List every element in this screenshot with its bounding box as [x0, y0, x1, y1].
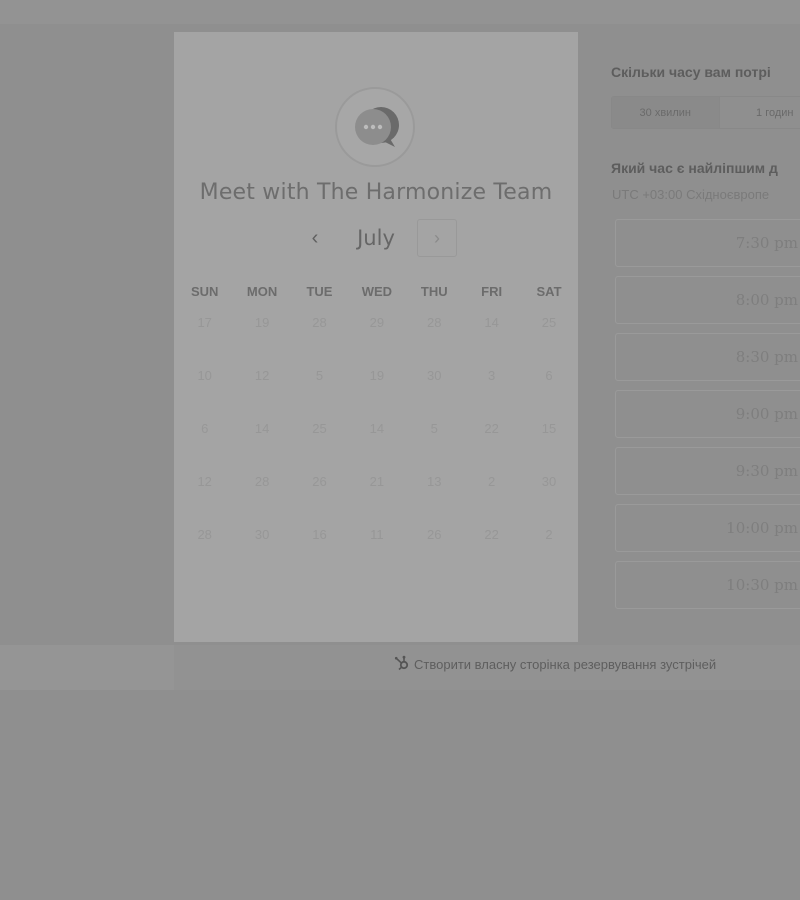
calendar-day: 16 — [312, 527, 327, 542]
calendar-day: 22 — [484, 421, 499, 436]
calendar-day: 25 — [312, 421, 327, 436]
calendar-week: 6 14 25 14 5 22 15 — [174, 405, 578, 458]
weekday-label: SUN — [190, 284, 219, 299]
calendar-day: 15 — [541, 421, 557, 436]
time-slot-button[interactable]: 9:30 pm — [615, 447, 800, 495]
weekday-label: SAT — [536, 284, 562, 299]
calendar-day: 30 — [427, 368, 442, 383]
calendar-day: 12 — [197, 474, 212, 489]
chevron-left-icon: ‹ — [311, 226, 319, 249]
timezone-label[interactable]: UTC +03:00 Східноєвропе — [612, 187, 769, 202]
footer: Створити власну сторінка резервування зу… — [174, 645, 800, 690]
calendar-day: 22 — [484, 527, 499, 542]
calendar-day: 29 — [369, 315, 385, 330]
weekday-label: WED — [361, 284, 393, 299]
month-navigation: ‹ July › — [174, 219, 578, 260]
chat-avatar-icon — [335, 87, 415, 167]
hubspot-sprocket-icon — [394, 655, 410, 674]
top-band — [0, 0, 800, 24]
month-label: July — [357, 226, 395, 250]
time-slot-button[interactable]: 10:30 pm — [615, 561, 800, 609]
calendar-day: 10 — [197, 368, 212, 383]
weekday-label: MON — [246, 284, 278, 299]
calendar-day: 28 — [197, 527, 212, 542]
calendar-day: 30 — [254, 527, 270, 542]
duration-question: Скільки часу вам потрі — [611, 64, 771, 80]
calendar-day: 28 — [312, 315, 327, 330]
meeting-card: Meet with The Harmonize Team ‹ July › SU… — [174, 32, 578, 642]
calendar-day: 14 — [484, 315, 499, 330]
calendar-day: 6 — [201, 421, 209, 436]
calendar-day: 5 — [315, 368, 324, 383]
time-slot-button[interactable]: 9:00 pm — [615, 390, 800, 438]
previous-month-button[interactable]: ‹ — [298, 220, 332, 256]
calendar-day: 30 — [541, 474, 557, 489]
time-slot-button[interactable]: 7:30 pm — [615, 219, 800, 267]
time-question: Який час є найліпшим д — [611, 160, 778, 176]
calendar-day: 3 — [488, 368, 496, 383]
calendar-day: 26 — [312, 474, 327, 489]
calendar-week: 10 12 5 19 30 3 6 — [174, 352, 578, 405]
calendar-week: 12 28 26 21 13 2 30 — [174, 458, 578, 511]
create-booking-page-link[interactable]: Створити власну сторінка резервування зу… — [394, 655, 716, 674]
weekday-label: TUE — [306, 284, 333, 299]
calendar-day: 6 — [545, 368, 553, 383]
calendar-day: 28 — [254, 474, 270, 489]
calendar-grid: SUN MON TUE WED THU FRI SAT 17 19 28 29 … — [174, 284, 578, 564]
time-slot-button[interactable]: 8:00 pm — [615, 276, 800, 324]
calendar-day: 28 — [427, 315, 442, 330]
calendar-day: 19 — [254, 315, 270, 330]
next-month-button[interactable]: › — [417, 219, 457, 257]
time-slot-button[interactable]: 10:00 pm — [615, 504, 800, 552]
calendar-day: 25 — [541, 315, 557, 330]
calendar-day: 17 — [197, 315, 212, 330]
calendar-day: 12 — [254, 368, 270, 383]
duration-option-1hour[interactable]: 1 годин — [720, 97, 800, 128]
calendar-day: 5 — [430, 421, 438, 436]
calendar-day: 21 — [369, 474, 385, 489]
time-slot-button[interactable]: 8:30 pm — [615, 333, 800, 381]
weekday-header: SUN MON TUE WED THU FRI SAT — [174, 284, 578, 299]
weekday-label: THU — [420, 284, 448, 299]
chevron-right-icon: › — [434, 227, 440, 248]
calendar-day: 14 — [254, 421, 270, 436]
calendar-day: 19 — [369, 368, 385, 383]
footer-link-text: Створити власну сторінка резервування зу… — [414, 657, 717, 672]
time-slot-list: 7:30 pm 8:00 pm 8:30 pm 9:00 pm 9:30 pm … — [615, 219, 800, 618]
weekday-label: FRI — [481, 284, 503, 299]
scheduling-panel: Скільки часу вам потрі 30 хвилин 1 годин… — [580, 32, 800, 642]
meeting-title: Meet with The Harmonize Team — [199, 180, 553, 205]
calendar-week: 28 30 16 11 26 22 2 — [174, 511, 578, 564]
duration-option-30min[interactable]: 30 хвилин — [612, 97, 720, 128]
calendar-day: 2 — [545, 527, 553, 542]
calendar-day: 26 — [427, 527, 442, 542]
calendar-day: 13 — [427, 474, 442, 489]
calendar-day: 14 — [369, 421, 385, 436]
calendar-day: 2 — [488, 474, 496, 489]
duration-selector: 30 хвилин 1 годин — [611, 96, 800, 129]
calendar-week: 17 19 28 29 28 14 25 — [174, 299, 578, 352]
calendar-day: 11 — [370, 527, 384, 542]
